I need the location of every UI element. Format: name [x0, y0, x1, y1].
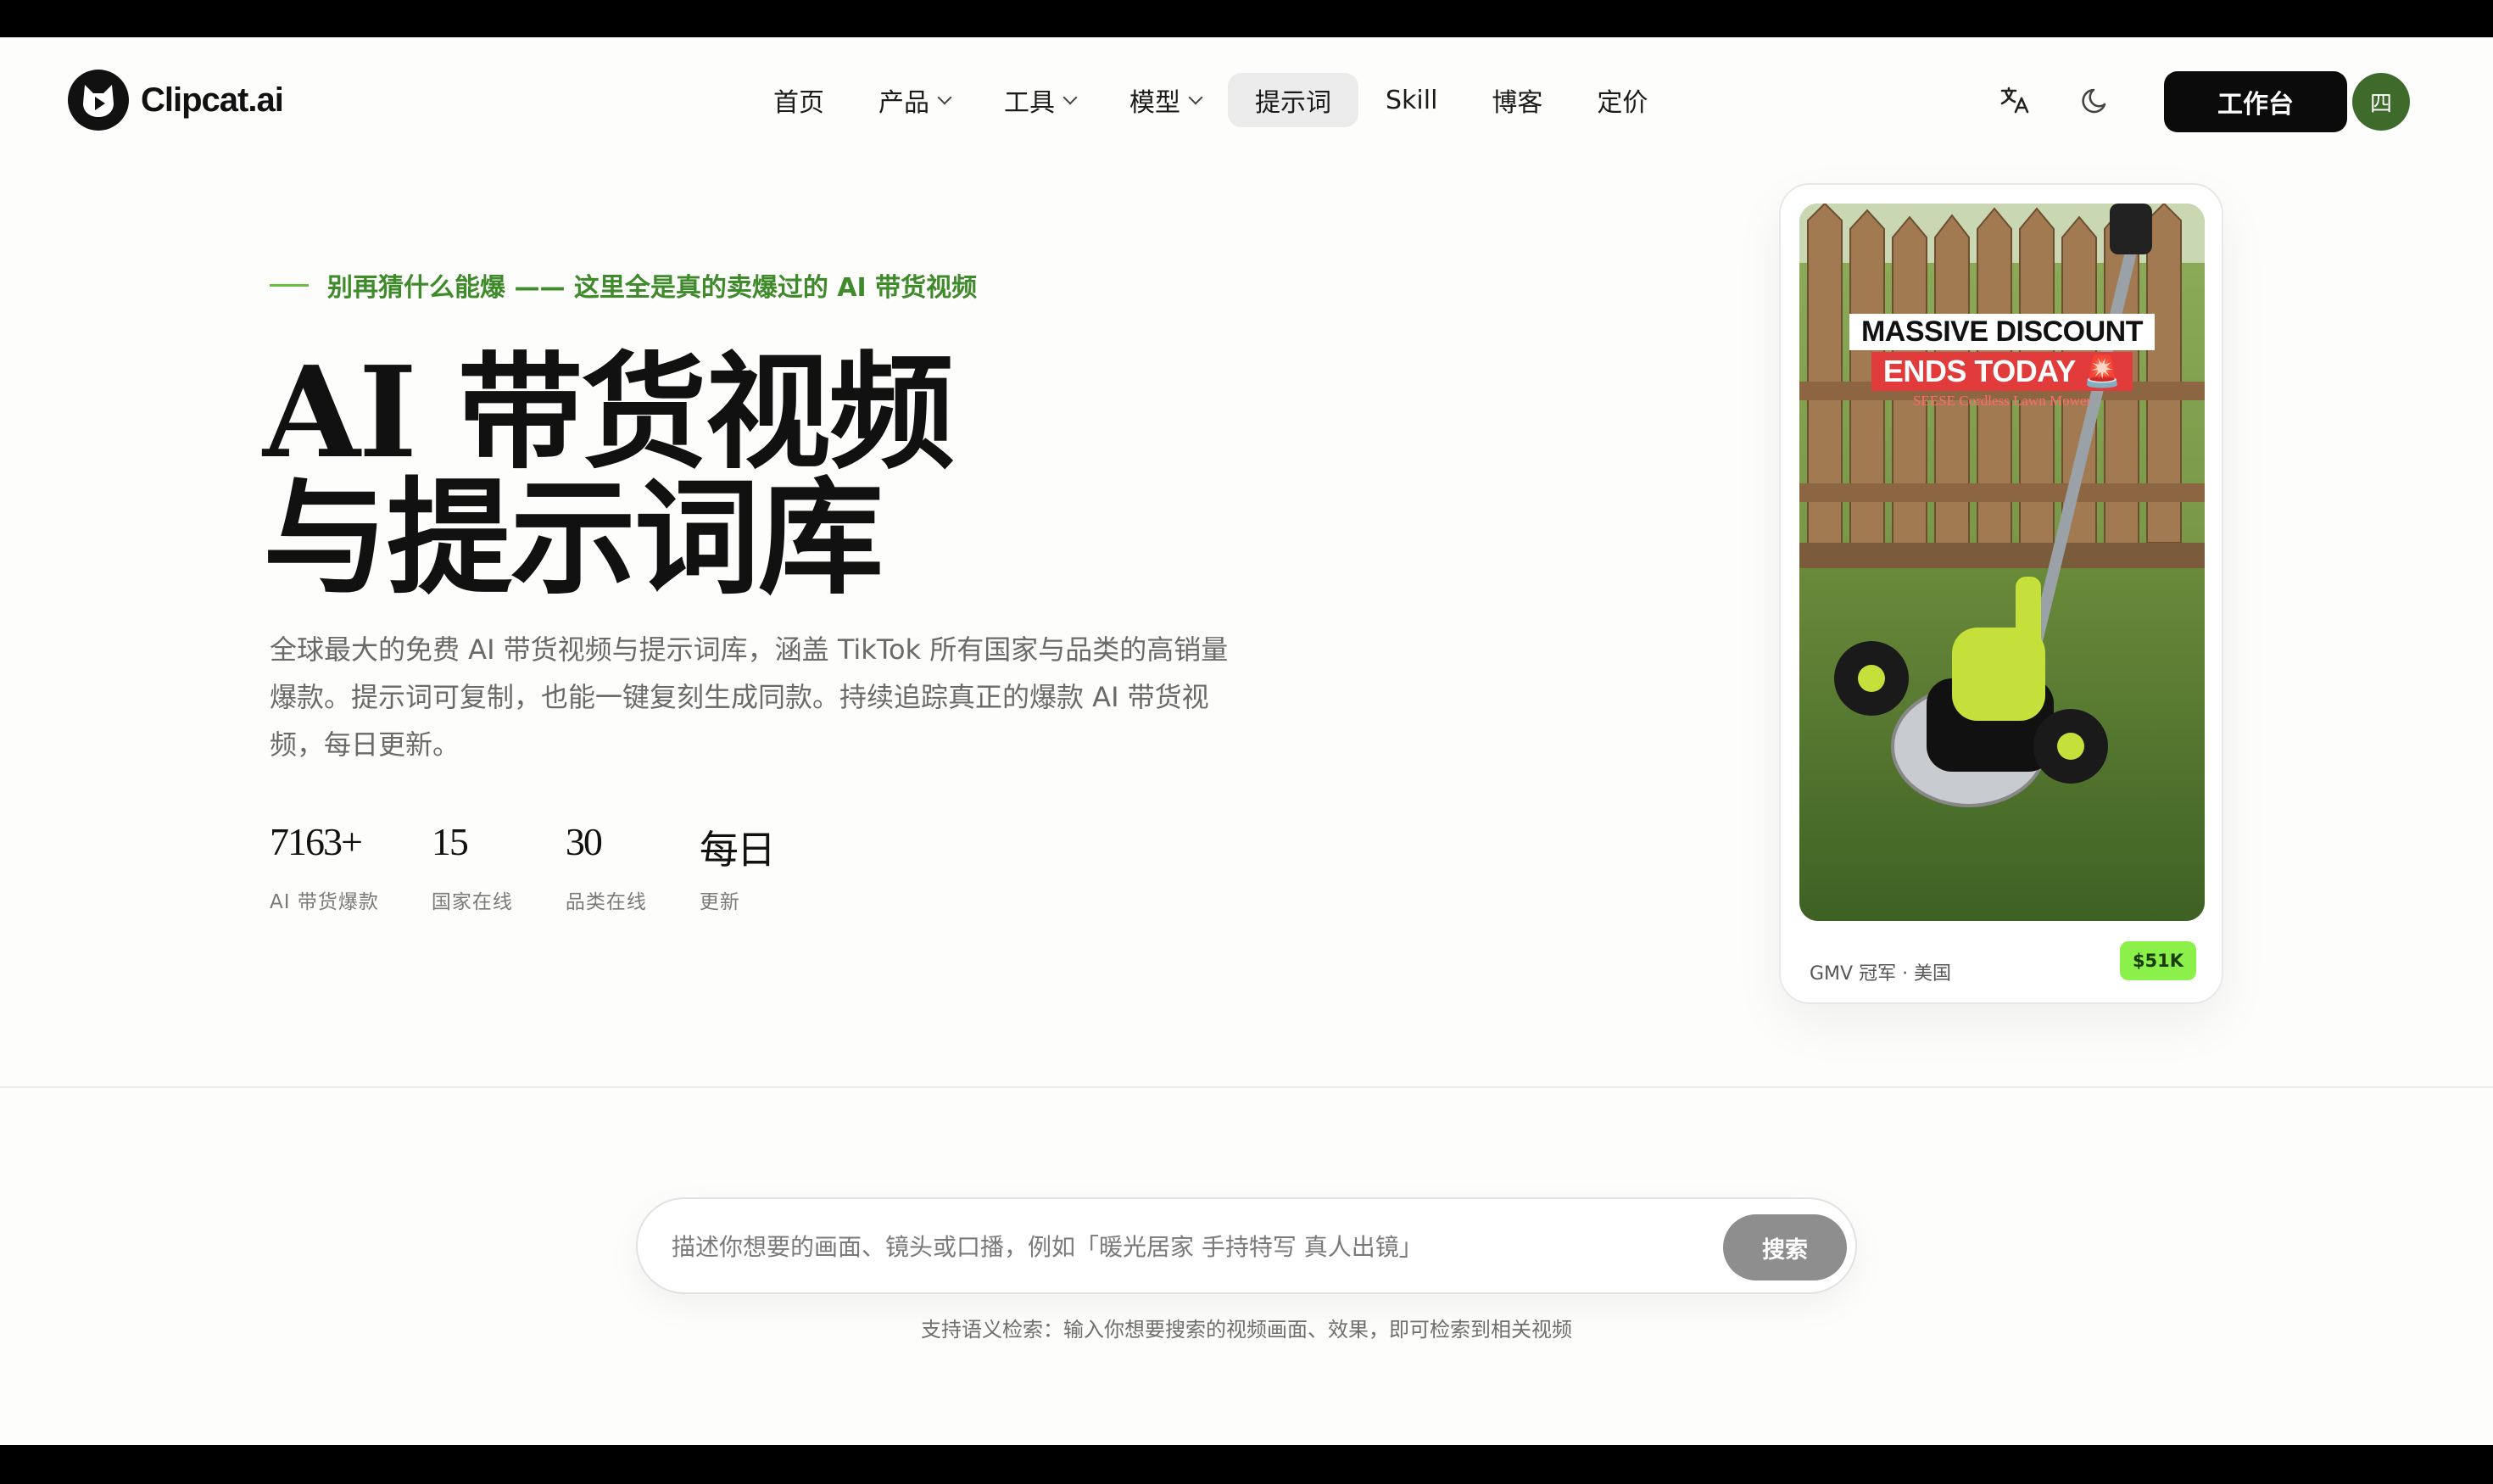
search-hint: 支持语义检索：输入你想要搜索的视频画面、效果，即可检索到相关视频: [921, 1318, 1572, 1342]
moon-icon[interactable]: [2076, 80, 2117, 120]
nav-label: 提示词: [1255, 88, 1331, 118]
nav-item-pricing[interactable]: 定价: [1570, 73, 1675, 127]
eyebrow-text: 别再猜什么能爆 —— 这里全是真的卖爆过的 AI 带货视频: [327, 273, 978, 303]
caption-product-name: SEESE Cordless Lawn Mower: [1912, 393, 2092, 409]
section-divider: [0, 1086, 2493, 1088]
bottom-black-bar: [0, 1445, 2493, 1484]
caption-line: MASSIVE DISCOUNT: [1849, 314, 2156, 350]
nav-label: 产品: [878, 88, 929, 118]
hero-title-line-2: 与提示词库: [263, 464, 884, 611]
search-bar: 搜索: [636, 1197, 1857, 1294]
nav-label: 模型: [1129, 88, 1180, 118]
nav-item-blog[interactable]: 博客: [1464, 73, 1570, 127]
chevron-down-icon: [1188, 90, 1203, 105]
nav-label: Skill: [1386, 85, 1438, 115]
hero-title: AI 带货视频 与提示词库: [263, 338, 955, 611]
hero-eyebrow: 别再猜什么能爆 —— 这里全是真的卖爆过的 AI 带货视频: [270, 266, 977, 304]
stat-value: 每日: [699, 828, 776, 872]
nav-item-models[interactable]: 模型: [1102, 73, 1228, 127]
brand-logo[interactable]: Clipcat.ai: [68, 70, 284, 131]
stat-value: 15: [431, 820, 469, 863]
main-nav: 首页 产品 工具 模型 提示词 Skill 博客 定价: [746, 73, 1675, 127]
hero-stats: 7163+ AI 带货爆款 15 国家在线 30 品类在线 每日 更新: [270, 819, 827, 914]
stat-value: 7163+: [270, 820, 363, 863]
nav-item-prompts[interactable]: 提示词: [1228, 73, 1358, 127]
video-meta: GMV 冠军 · 美国: [1810, 963, 1952, 985]
stat-label: 国家在线: [431, 891, 513, 913]
video-caption-overlay: MASSIVE DISCOUNT ENDS TODAY 🚨 SEESE Cord…: [1799, 314, 2205, 410]
search-button[interactable]: 搜索: [1723, 1214, 1847, 1280]
nav-label: 首页: [773, 88, 824, 118]
nav-item-home[interactable]: 首页: [746, 73, 851, 127]
stat-value: 30: [565, 820, 603, 863]
top-black-bar: [0, 0, 2493, 37]
avatar[interactable]: 四: [2352, 73, 2410, 131]
nav-item-tools[interactable]: 工具: [977, 73, 1102, 127]
nav-label: 工具: [1004, 88, 1055, 118]
chevron-down-icon: [937, 90, 952, 105]
workbench-button[interactable]: 工作台: [2164, 71, 2347, 132]
brand-name: Clipcat.ai: [141, 81, 284, 119]
stat-item: 每日 更新: [699, 819, 776, 914]
featured-video-card[interactable]: MASSIVE DISCOUNT ENDS TODAY 🚨 SEESE Cord…: [1779, 183, 2223, 1004]
stat-item: 30 品类在线: [566, 819, 647, 914]
nav-item-products[interactable]: 产品: [851, 73, 977, 127]
stat-item: 15 国家在线: [432, 819, 513, 914]
stat-item: 7163+ AI 带货爆款: [270, 819, 379, 914]
video-thumbnail[interactable]: MASSIVE DISCOUNT ENDS TODAY 🚨 SEESE Cord…: [1799, 204, 2205, 921]
hero-description: 全球最大的免费 AI 带货视频与提示词库，涵盖 TikTok 所有国家与品类的高…: [270, 633, 1229, 761]
page: Clipcat.ai 首页 产品 工具 模型 提示词 Skill 博客 定价 工…: [0, 37, 2493, 1482]
gmv-badge: $51K: [2120, 941, 2196, 980]
hero-title-line-1: AI 带货视频: [263, 338, 955, 486]
nav-item-skill[interactable]: Skill: [1358, 73, 1464, 127]
stat-label: 更新: [699, 891, 740, 913]
nav-label: 定价: [1597, 88, 1648, 118]
stat-label: 品类在线: [565, 891, 647, 913]
caption-line: ENDS TODAY 🚨: [1871, 352, 2133, 391]
chevron-down-icon: [1062, 90, 1078, 105]
cat-logo-icon: [68, 70, 129, 131]
translate-icon[interactable]: [1994, 80, 2035, 120]
search-input[interactable]: [672, 1225, 1723, 1269]
nav-label: 博客: [1492, 88, 1543, 118]
eyebrow-divider: [270, 283, 309, 287]
stat-label: AI 带货爆款: [270, 891, 379, 913]
